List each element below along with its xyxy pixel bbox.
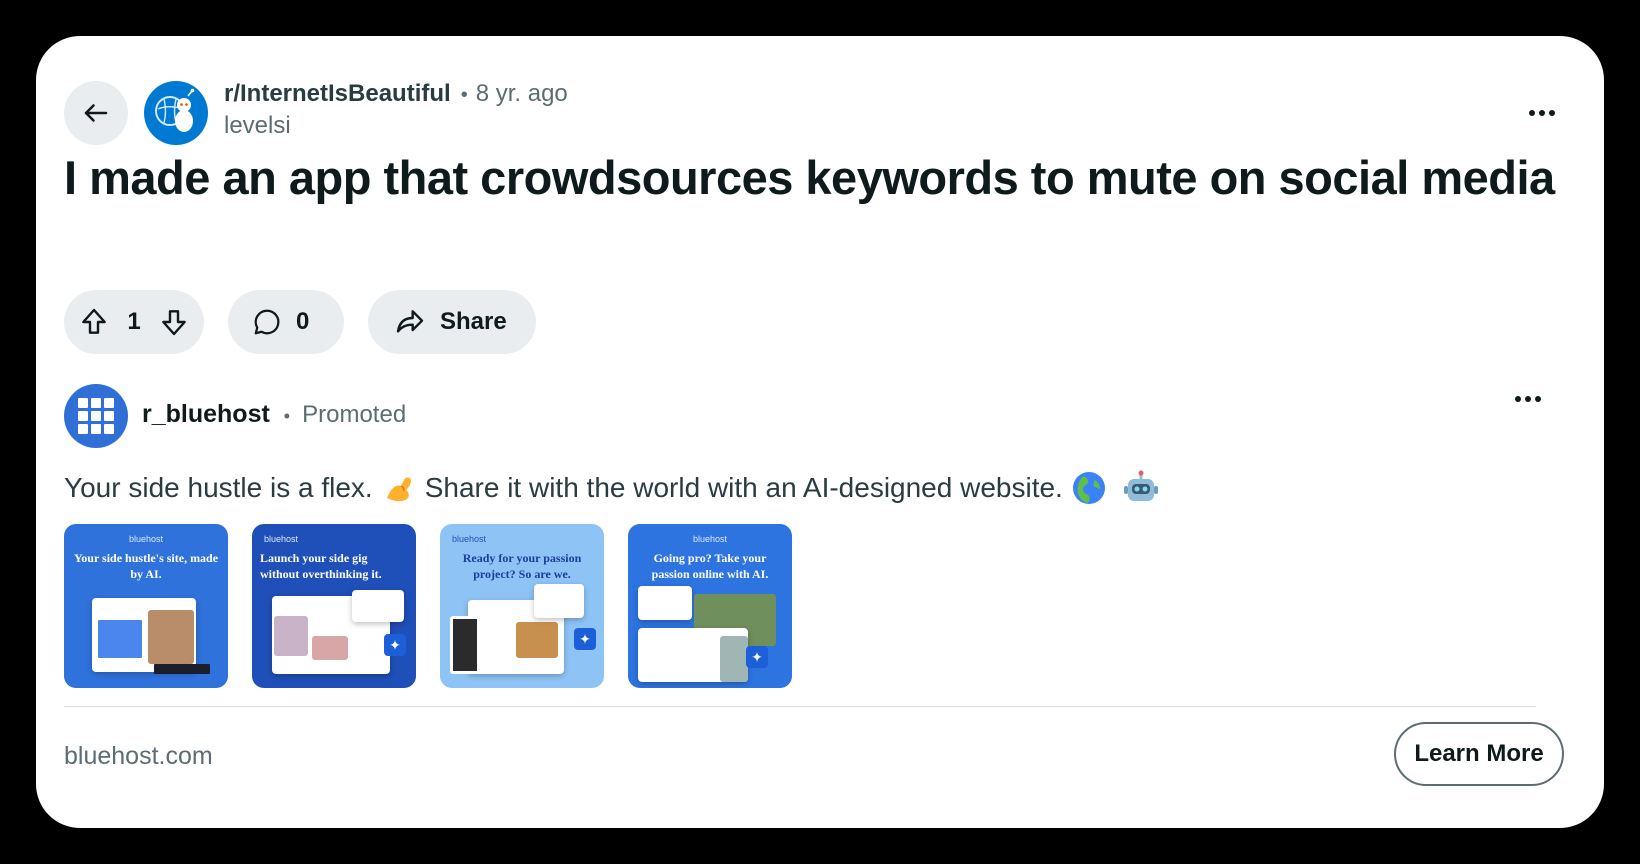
upvote-button[interactable]: [78, 306, 110, 338]
carousel-image-4[interactable]: bluehost Going pro? Take your passion on…: [628, 524, 792, 688]
carousel-image-1[interactable]: bluehost Your side hustle's site, made b…: [64, 524, 228, 688]
comments-button[interactable]: 0: [228, 290, 344, 354]
comment-count: 0: [296, 308, 310, 335]
divider: [64, 706, 1536, 707]
carousel-image-2[interactable]: bluehost Launch your side gig without ov…: [252, 524, 416, 688]
ellipsis-icon: [1529, 110, 1535, 116]
phone-mockup: [450, 616, 480, 674]
ad-text-part1: Your side hustle is a flex.: [64, 472, 373, 503]
revenue-chart: [534, 584, 584, 618]
bluehost-logo-text: bluehost: [264, 534, 299, 544]
upvote-count: 1: [127, 308, 141, 335]
cash-flow-chart: [638, 586, 692, 620]
carousel-headline-1: Your side hustle's site, made by AI.: [73, 551, 219, 581]
share-button[interactable]: Share: [368, 290, 536, 354]
subreddit-avatar[interactable]: [144, 81, 208, 145]
ad-carousel: bluehost Your side hustle's site, made b…: [64, 524, 792, 688]
post-more-button[interactable]: [1522, 100, 1562, 126]
post-time: 8 yr. ago: [475, 80, 568, 107]
bluehost-logo-text: bluehost: [452, 534, 487, 544]
advertiser-name[interactable]: r_bluehost: [142, 400, 270, 429]
subreddit-name[interactable]: r/InternetIsBeautiful: [224, 80, 451, 108]
globe-europe-africa-icon: [1072, 472, 1105, 504]
ad-domain[interactable]: bluehost.com: [64, 742, 213, 771]
vote-bar: 1: [64, 290, 204, 354]
subreddit-avatar-icon: [155, 88, 195, 132]
ellipsis-icon: [1515, 396, 1521, 402]
post-card: r/InternetIsBeautiful • 8 yr. ago levels…: [36, 36, 1604, 828]
photo: [148, 610, 194, 664]
ad-separator: •: [283, 406, 291, 426]
post-title: I made an app that crowdsources keywords…: [64, 151, 1555, 204]
share-arrow-icon: [396, 310, 424, 333]
photo: [516, 622, 558, 658]
ad-meta: r_bluehost • Promoted: [142, 400, 406, 429]
advertiser-avatar[interactable]: [64, 384, 128, 448]
bluehost-logo-text: bluehost: [692, 534, 728, 544]
arrow-down-outline-icon: [162, 310, 186, 336]
arrow-up-outline-icon: [82, 308, 106, 334]
learn-more-button[interactable]: Learn More: [1394, 722, 1564, 786]
ad-text-part2: Share it with the world with an AI-desig…: [424, 472, 1063, 503]
back-button[interactable]: [64, 81, 128, 145]
ad-body-text: Your side hustle is a flex. Share it wit…: [64, 470, 1167, 506]
post-meta: r/InternetIsBeautiful • 8 yr. ago levels…: [224, 80, 568, 140]
flexed-biceps-icon: [386, 477, 411, 502]
sparkle-icon: ✦: [384, 634, 406, 656]
sparkle-icon: ✦: [746, 646, 768, 668]
downvote-button[interactable]: [158, 306, 190, 338]
arrow-left-icon: [84, 104, 108, 122]
carousel-image-3[interactable]: bluehost Ready for your passion project?…: [440, 524, 604, 688]
meta-separator: •: [460, 84, 468, 106]
revenue-chart: [352, 590, 404, 622]
carousel-headline-4: Going pro? Take your passion online with…: [651, 551, 769, 581]
carousel-headline-3: Ready for your passion project? So are w…: [462, 551, 582, 581]
ad-more-button[interactable]: [1508, 386, 1548, 412]
photo: [274, 616, 308, 656]
promoted-label: Promoted: [302, 401, 407, 428]
robot-face-icon: [1123, 470, 1158, 501]
post-author[interactable]: levelsi: [224, 112, 568, 140]
bluehost-logo-text: bluehost: [128, 534, 164, 544]
speech-bubble-icon: [254, 309, 280, 335]
carousel-headline-2: Launch your side gig without overthinkin…: [260, 551, 382, 581]
share-label: Share: [440, 308, 507, 335]
sparkle-icon: ✦: [574, 628, 596, 650]
grid-logo-icon: [78, 398, 88, 408]
